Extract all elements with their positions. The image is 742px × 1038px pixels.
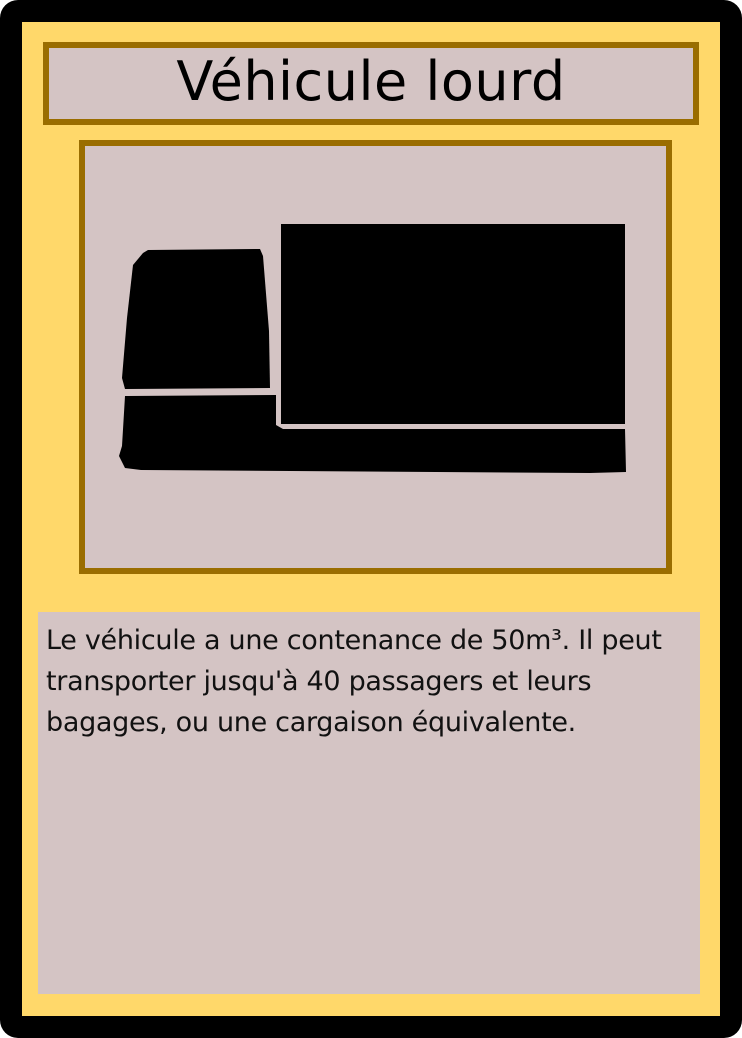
- truck-cab: [122, 249, 270, 389]
- card-illustration-frame: [79, 140, 672, 574]
- card-face: Véhicule lourd Le véhicule a une contena…: [22, 22, 720, 1016]
- card-description: Le véhicule a une contenance de 50m³. Il…: [46, 625, 662, 738]
- card-title-banner: Véhicule lourd: [43, 42, 699, 125]
- truck-cargo-box: [281, 224, 625, 424]
- truck-icon: [119, 224, 626, 473]
- game-card: Véhicule lourd Le véhicule a une contena…: [0, 0, 742, 1038]
- card-title: Véhicule lourd: [176, 49, 566, 113]
- card-description-panel: Le véhicule a une contenance de 50m³. Il…: [38, 612, 700, 994]
